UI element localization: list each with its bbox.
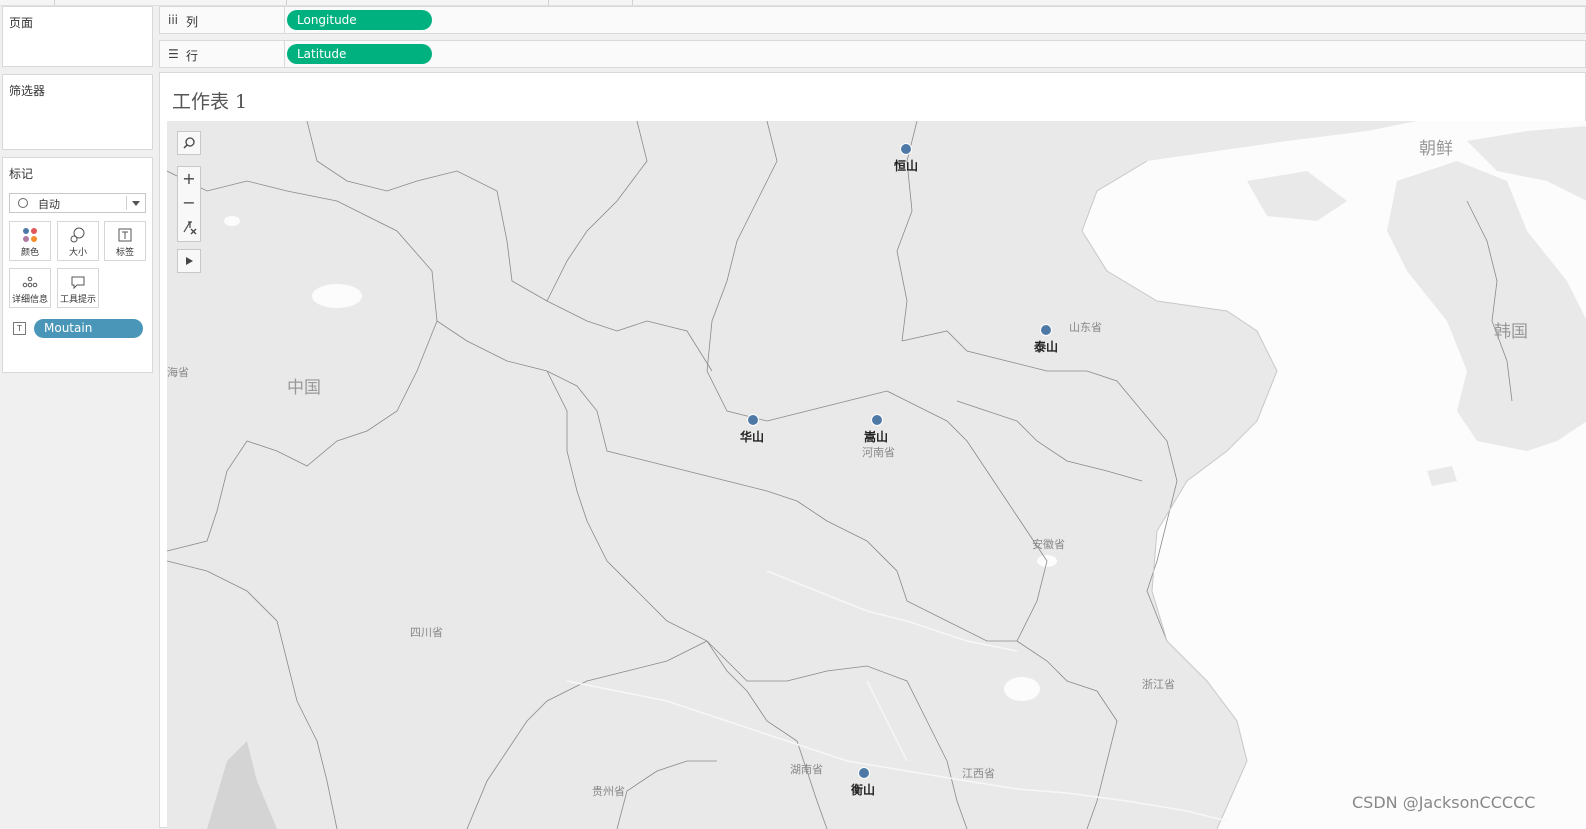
detail-button[interactable]: 详细信息 <box>9 268 51 308</box>
color-dots-icon <box>10 227 50 247</box>
tooltip-button-label: 工具提示 <box>59 295 96 305</box>
mountain-label: 泰山 <box>1034 340 1059 354</box>
label-icon <box>105 227 145 247</box>
play-icon <box>184 255 194 269</box>
chevron-down-icon <box>132 201 140 206</box>
mountain-dot[interactable] <box>871 414 883 426</box>
map-search-button[interactable] <box>177 131 201 155</box>
columns-shelf[interactable]: iii 列 Longitude <box>159 6 1586 34</box>
filters-pane[interactable]: 筛选器 <box>2 74 153 150</box>
pages-pane[interactable]: 页面 <box>2 6 153 67</box>
mark-type-dropdown[interactable]: 自动 <box>9 193 146 213</box>
worksheet-title[interactable]: 工作表 1 <box>172 87 247 114</box>
map-toolbar-expand-button[interactable] <box>177 249 201 273</box>
zoom-in-button[interactable]: + <box>178 167 200 191</box>
map-view[interactable]: + − 恒山 泰山 华山 嵩山 衡山 山东省 河南省 安徽省 四川省 浙江省 湖… <box>167 121 1586 829</box>
search-icon <box>182 137 196 153</box>
marks-pane: 标记 自动 颜色 大小 标签 详细信息 工具提示 T Moutain <box>2 157 153 373</box>
map-basemap <box>167 121 1586 829</box>
color-button-label: 颜色 <box>20 248 39 258</box>
columns-label: 列 <box>186 15 199 29</box>
rows-shelf[interactable]: ☰ 行 Latitude <box>159 40 1586 68</box>
size-button-label: 大小 <box>68 248 87 258</box>
columns-icon: iii <box>168 13 179 27</box>
mountain-dot[interactable] <box>900 143 912 155</box>
longitude-pill[interactable]: Longitude <box>287 10 432 30</box>
color-button[interactable]: 颜色 <box>9 221 51 261</box>
mountain-label: 衡山 <box>851 783 876 797</box>
region-label-sichuan: 四川省 <box>410 626 443 639</box>
filters-title: 筛选器 <box>9 84 46 98</box>
country-label-china: 中国 <box>287 378 321 398</box>
mountain-label: 嵩山 <box>864 430 889 444</box>
region-label-zhejiang: 浙江省 <box>1142 678 1175 691</box>
region-label-henan: 河南省 <box>862 446 895 459</box>
worksheet: 工作表 1 + − 恒山 泰山 华山 嵩山 衡山 山东省 河南省 安徽省 四川省… <box>159 72 1586 829</box>
mountain-label: 华山 <box>740 430 765 444</box>
tooltip-button[interactable]: 工具提示 <box>57 268 99 308</box>
reset-map-button[interactable] <box>178 215 200 243</box>
region-label-shandong: 山东省 <box>1069 321 1102 334</box>
region-label-hunan: 湖南省 <box>790 763 823 776</box>
label-button-label: 标签 <box>115 248 134 258</box>
region-label-jiangxi: 江西省 <box>962 767 995 780</box>
marks-title: 标记 <box>9 167 34 181</box>
plus-icon: + <box>182 169 196 188</box>
country-label-south-korea: 韩国 <box>1494 322 1528 342</box>
moutain-pill[interactable]: Moutain <box>34 319 143 338</box>
rows-label: 行 <box>186 49 199 63</box>
region-label-qinghai: 海省 <box>167 366 189 379</box>
detail-button-label: 详细信息 <box>11 295 48 305</box>
region-label-anhui: 安徽省 <box>1032 538 1065 551</box>
watermark: CSDN @JacksonCCCCC <box>1352 793 1536 812</box>
mountain-dot[interactable] <box>1040 324 1052 336</box>
circle-icon <box>18 198 28 208</box>
label-encoding-icon[interactable]: T <box>13 322 26 335</box>
minus-icon: − <box>182 193 196 212</box>
rows-icon: ☰ <box>168 47 179 61</box>
pages-title: 页面 <box>9 16 34 30</box>
mountain-label: 恒山 <box>894 159 919 173</box>
latitude-pill[interactable]: Latitude <box>287 44 432 64</box>
map-zoom-controls: + − <box>177 166 201 242</box>
detail-icon <box>10 274 50 294</box>
country-label-north-korea: 朝鲜 <box>1419 139 1453 159</box>
mountain-dot[interactable] <box>858 767 870 779</box>
size-button[interactable]: 大小 <box>57 221 99 261</box>
mountain-dot[interactable] <box>747 414 759 426</box>
zoom-out-button[interactable]: − <box>178 191 200 215</box>
tooltip-icon <box>58 274 98 294</box>
label-button[interactable]: 标签 <box>104 221 146 261</box>
region-label-guizhou: 贵州省 <box>592 785 625 798</box>
size-icon <box>58 227 98 247</box>
mark-type-label: 自动 <box>38 198 60 211</box>
pin-reset-icon <box>180 221 198 240</box>
